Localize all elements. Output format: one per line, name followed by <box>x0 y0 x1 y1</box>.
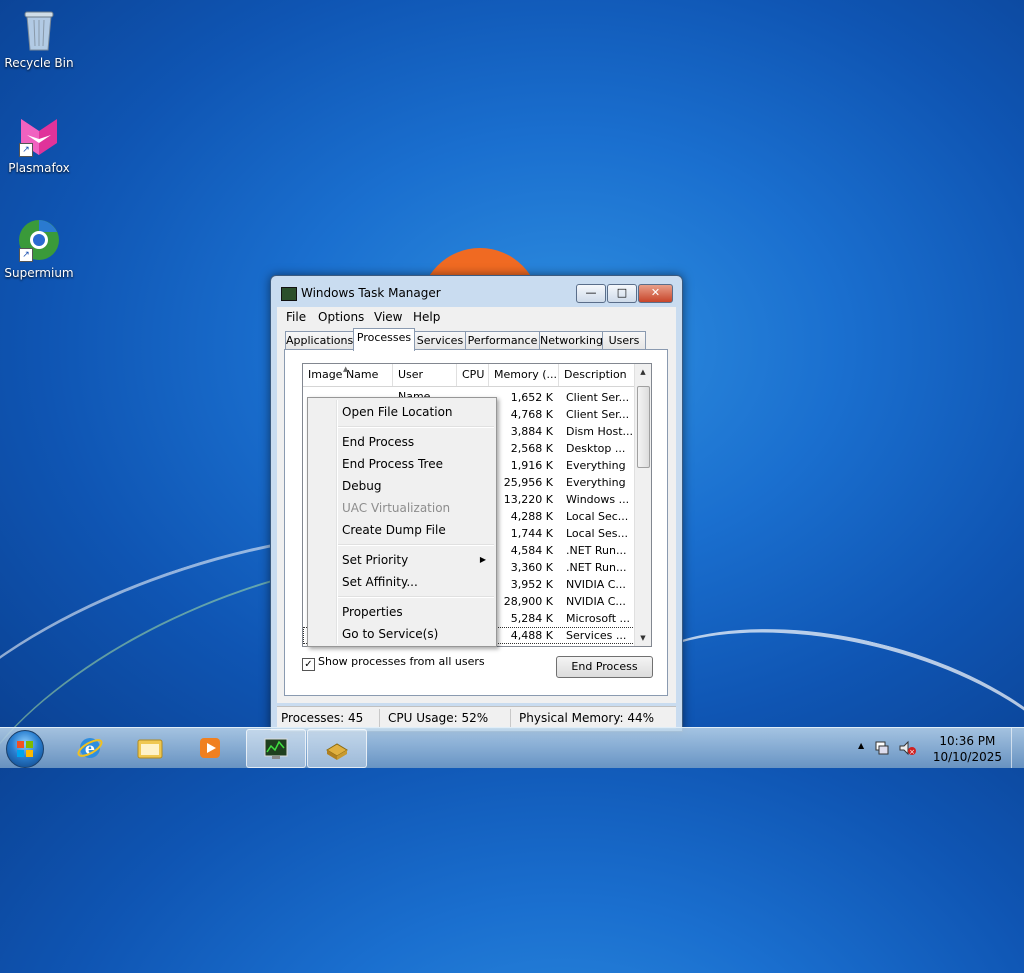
tab-users[interactable]: Users <box>602 331 646 350</box>
menu-item-uac-virtualization: UAC Virtualization <box>342 501 451 515</box>
tab-processes[interactable]: Processes <box>353 328 415 351</box>
status-processes: Processes: 45 <box>281 711 364 725</box>
clock-date: 10/10/2025 <box>932 750 1002 764</box>
status-cpu: CPU Usage: 52% <box>388 711 489 725</box>
menu-item-properties[interactable]: Properties <box>342 605 403 619</box>
system-tray: ▲ × 10:36 PM 10/10/2025 <box>854 728 1024 768</box>
tab-services[interactable]: Services <box>414 331 466 350</box>
shortcut-arrow-icon: ↗ <box>19 143 33 157</box>
menu-gutter <box>336 400 338 644</box>
desktop-icon-recycle-bin[interactable]: Recycle Bin <box>3 8 75 70</box>
desktop-icon-label: Supermium <box>4 266 74 280</box>
menu-item-create-dump-file[interactable]: Create Dump File <box>342 523 446 537</box>
desktop-icon-label: Plasmafox <box>8 161 70 175</box>
taskbar-app[interactable] <box>307 729 367 768</box>
clock[interactable]: 10:36 PM 10/10/2025 <box>933 733 1002 765</box>
status-bar: Processes: 45 CPU Usage: 52% Physical Me… <box>277 706 676 729</box>
minimize-button[interactable]: — <box>576 284 606 303</box>
windows-logo-icon <box>17 741 33 757</box>
scroll-up-icon[interactable]: ▲ <box>635 364 651 380</box>
vertical-scrollbar[interactable]: ▲ ▼ <box>634 364 651 646</box>
svg-text:×: × <box>909 748 915 756</box>
menu-item-go-to-services[interactable]: Go to Service(s) <box>342 627 438 641</box>
window-title: Windows Task Manager <box>301 286 441 300</box>
task-manager-icon <box>264 738 288 759</box>
media-player-icon <box>200 738 220 758</box>
menu-view[interactable]: View <box>374 310 402 324</box>
tab-networking[interactable]: Networking <box>539 331 603 350</box>
desktop-icon-label: Recycle Bin <box>4 56 74 70</box>
internet-explorer-icon: e <box>77 738 103 758</box>
show-all-users-option[interactable]: ✓ Show processes from all users <box>302 655 485 671</box>
scroll-down-icon[interactable]: ▼ <box>635 630 651 646</box>
context-menu: Open File Location End Process End Proce… <box>307 397 497 647</box>
taskbar-windows-explorer[interactable] <box>121 729 179 766</box>
menu-separator <box>338 426 494 428</box>
start-button[interactable] <box>6 730 44 768</box>
sort-arrow-icon: ▲ <box>343 365 349 373</box>
taskbar-internet-explorer[interactable]: e <box>61 729 119 766</box>
supermium-icon: ↗ <box>19 218 59 262</box>
close-button[interactable]: ✕ <box>638 284 673 303</box>
app-icon <box>326 743 348 760</box>
column-user-name[interactable]: User Name <box>393 364 457 403</box>
column-image-name[interactable]: ▲ Image Name <box>303 364 393 386</box>
recycle-bin-icon <box>19 8 59 52</box>
menu-bar: File Options View Help <box>277 307 676 327</box>
menu-item-open-file-location[interactable]: Open File Location <box>342 405 453 419</box>
tab-applications[interactable]: Applications <box>285 331 354 350</box>
maximize-button[interactable]: □ <box>607 284 637 303</box>
menu-help[interactable]: Help <box>413 310 440 324</box>
menu-item-debug[interactable]: Debug <box>342 479 381 493</box>
column-description[interactable]: Description <box>559 364 635 386</box>
show-desktop-button[interactable] <box>1011 728 1024 768</box>
scrollbar-thumb[interactable] <box>637 386 650 468</box>
volume-muted-icon[interactable]: × <box>898 740 916 756</box>
menu-item-set-affinity[interactable]: Set Affinity... <box>342 575 418 589</box>
plasmafox-icon: ↗ <box>19 113 59 157</box>
taskbar-media-player[interactable] <box>181 729 239 766</box>
submenu-arrow-icon: ▶ <box>479 555 486 564</box>
status-memory: Physical Memory: 44% <box>519 711 655 725</box>
task-manager-icon <box>281 287 297 301</box>
list-header: ▲ Image Name User Name CPU Memory (... D… <box>303 364 635 403</box>
status-divider <box>510 709 511 727</box>
menu-options[interactable]: Options <box>318 310 364 324</box>
menu-item-set-priority[interactable]: Set Priority <box>342 553 408 567</box>
menu-separator <box>338 544 494 546</box>
status-divider <box>379 709 380 727</box>
shortcut-arrow-icon: ↗ <box>19 248 33 262</box>
tray-chevron-icon[interactable]: ▲ <box>858 741 864 750</box>
taskbar: e ▲ × 10:36 PM 10/10/2025 <box>0 727 1024 768</box>
menu-item-end-process-tree[interactable]: End Process Tree <box>342 457 443 471</box>
desktop-icon-plasmafox[interactable]: ↗ Plasmafox <box>3 113 75 175</box>
tab-performance[interactable]: Performance <box>465 331 540 350</box>
network-icon[interactable] <box>874 740 890 756</box>
show-all-users-label: Show processes from all users <box>318 655 485 668</box>
menu-file[interactable]: File <box>286 310 306 324</box>
title-bar[interactable]: Windows Task Manager — □ ✕ <box>271 276 682 306</box>
windows-explorer-icon <box>137 739 163 759</box>
column-memory[interactable]: Memory (... <box>489 364 559 386</box>
column-cpu[interactable]: CPU <box>457 364 489 386</box>
show-all-users-checkbox[interactable]: ✓ <box>302 658 315 671</box>
end-process-button[interactable]: End Process <box>556 656 653 678</box>
taskbar-task-manager[interactable] <box>246 729 306 768</box>
menu-item-end-process[interactable]: End Process <box>342 435 414 449</box>
menu-separator <box>338 596 494 598</box>
clock-time: 10:36 PM <box>939 734 996 748</box>
desktop-icon-supermium[interactable]: ↗ Supermium <box>3 218 75 280</box>
